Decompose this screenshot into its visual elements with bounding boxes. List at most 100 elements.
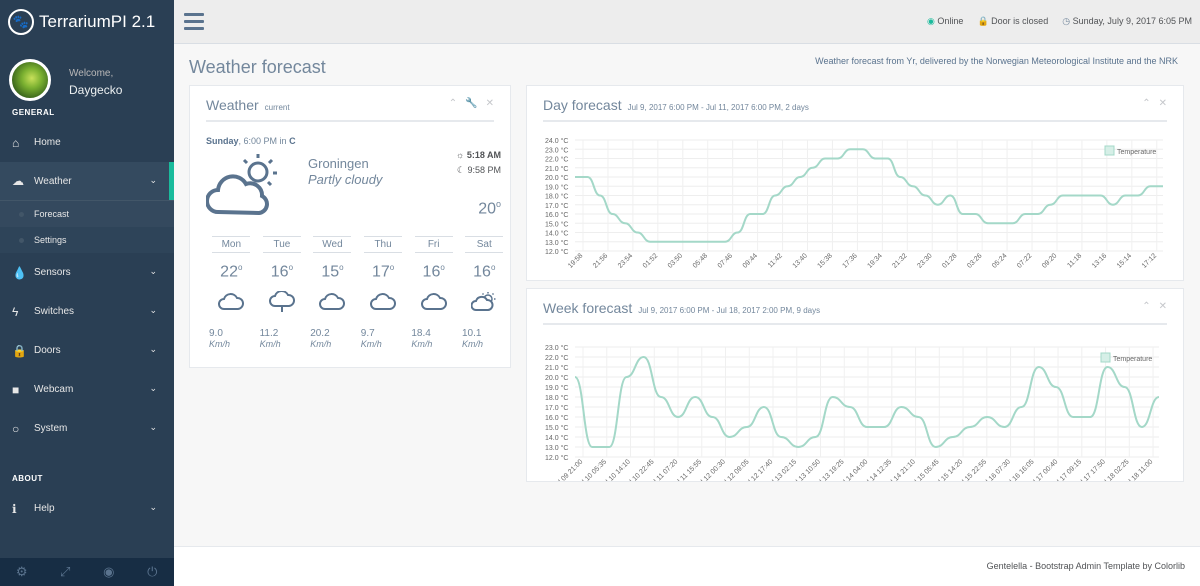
day-forecast-panel: Day forecast Jul 9, 2017 6:00 PM - Jul 11…: [526, 85, 1184, 281]
online-label: Online: [937, 16, 964, 26]
y-tick-label: 20.0 °C: [545, 374, 568, 382]
chevron-down-icon: ⌄: [149, 266, 157, 276]
x-tick-label: 21:32: [891, 252, 908, 269]
sidebar-subitem-settings[interactable]: Settings: [0, 227, 174, 253]
sidebar-item-sensors[interactable]: 💧 Sensors ⌄: [0, 253, 174, 292]
sidebar-item-help[interactable]: ℹ Help ⌄: [0, 489, 174, 528]
day-wind: 10.1: [461, 328, 482, 339]
bolt-icon: ϟ: [12, 304, 19, 319]
y-tick-label: 13.0 °C: [545, 239, 568, 247]
panel-tools: ⌃ 🔧 ✕: [449, 98, 494, 109]
wind-unit: Km/h: [209, 339, 231, 349]
wrench-icon[interactable]: 🔧: [465, 98, 477, 109]
day-name: Thu: [364, 236, 403, 253]
paw-icon: 🐾: [8, 9, 34, 35]
sidebar-subitem-label: Settings: [34, 235, 67, 245]
forecast-day: Mon 22o 9.0 Km/h: [206, 236, 257, 349]
panel-title: Week forecast Jul 9, 2017 6:00 PM - Jul 1…: [543, 300, 820, 316]
day-wind: 20.2: [310, 328, 330, 339]
clock-icon: ◷: [1062, 16, 1071, 26]
footer-text[interactable]: Gentelella - Bootstrap Admin Template by…: [987, 561, 1185, 571]
x-tick-label: 07:22: [1016, 252, 1033, 269]
sidebar-item-doors[interactable]: 🔒 Doors ⌄: [0, 331, 174, 370]
y-tick-label: 15.0 °C: [545, 424, 568, 432]
x-tick-label: 19:34: [866, 252, 883, 269]
sidebar-item-home[interactable]: ⌂ Home: [0, 123, 174, 162]
y-tick-label: 21.0 °C: [545, 364, 568, 372]
brand[interactable]: 🐾 TerrariumPI 2.1: [0, 0, 174, 44]
time-label: , 6:00 PM: [238, 136, 278, 146]
panel-header: Weather current ⌃ 🔧 ✕: [206, 86, 494, 122]
day-forecast-chart: 24.0 °C23.0 °C 22.0 °C21.0 °C20.0 °C19.0 …: [545, 137, 1163, 270]
forecast-day: Tue 16o 11.2 Km/h: [257, 236, 308, 349]
day-wind: 9.7: [360, 328, 375, 339]
day-name: Sat: [465, 236, 504, 253]
panel-title-text: Week forecast: [543, 300, 633, 316]
y-tick-label: 19.0 °C: [545, 183, 568, 191]
y-tick-label: 19.0 °C: [545, 384, 568, 392]
lock-icon: 🔒: [977, 16, 989, 26]
day-name: Wed: [313, 236, 352, 253]
day-temp-value: 17: [371, 263, 390, 281]
x-tick-label: 15:14: [1116, 252, 1133, 269]
sidebar-item-weather[interactable]: ☁ Weather ⌄: [0, 162, 174, 201]
day-label: Sunday: [206, 136, 239, 146]
menu-toggle-icon[interactable]: [184, 13, 204, 30]
x-tick-label: 05:24: [991, 252, 1008, 269]
sidebar-item-webcam[interactable]: ■ Webcam ⌄: [0, 370, 174, 409]
power-icon[interactable]: ⏻: [131, 558, 175, 586]
eye-slash-icon[interactable]: ◉: [87, 558, 131, 586]
panel-title: Weather current: [206, 97, 290, 113]
chevron-down-icon: ⌄: [149, 422, 157, 432]
cloud-icon: [218, 293, 245, 310]
x-tick-label: 19:58: [567, 252, 584, 269]
sidebar-item-label: Help: [34, 503, 55, 514]
door-label: Door is closed: [991, 16, 1049, 26]
sidebar-item-label: System: [34, 423, 68, 434]
sunset: ☾ 9:58 PM: [457, 165, 501, 176]
collapse-icon[interactable]: ⌃: [449, 98, 457, 109]
sidebar-subitem-forecast[interactable]: Forecast: [0, 201, 174, 227]
in-label: in: [277, 136, 290, 146]
forecast-day: Wed 15o 20.2 Km/h: [307, 236, 358, 349]
legend-swatch: [1100, 352, 1111, 363]
x-tick-label: 01:28: [941, 252, 958, 269]
settings-icon[interactable]: ⚙: [0, 558, 44, 586]
weather-panel: Weather current ⌃ 🔧 ✕ Sunday, 6:00 PM in …: [189, 85, 511, 368]
sidebar-item-label: Webcam: [34, 384, 74, 395]
y-tick-label: 16.0 °C: [545, 414, 568, 422]
lightbulb-icon: ○: [12, 421, 20, 436]
week-forecast-chart: 23.0 °C 22.0 °C 21.0 °C 20.0 °C 19.0 °C 18.0 …: [545, 344, 1160, 481]
collapse-icon[interactable]: ⌃: [1142, 98, 1150, 109]
panel-title-text: Day forecast: [543, 97, 622, 113]
fullscreen-icon[interactable]: ⤢: [44, 558, 88, 586]
cloud-icon: [420, 293, 447, 310]
day-wind: 11.2: [259, 328, 279, 339]
current-temp-value: 20: [478, 200, 496, 218]
day-temp: 17o: [371, 263, 395, 281]
wind-unit: Km/h: [259, 339, 281, 349]
close-icon[interactable]: ✕: [486, 98, 494, 109]
x-tick-label: 03:50: [667, 252, 684, 269]
y-tick-label: 17.0 °C: [545, 202, 568, 210]
online-status: ◉ Online: [927, 16, 963, 27]
forecast-day: Fri 16o 18.4 Km/h: [408, 236, 459, 349]
collapse-icon[interactable]: ⌃: [1142, 301, 1150, 312]
x-tick-label: 01:52: [642, 252, 659, 269]
x-tick-label: 09:44: [742, 252, 759, 269]
panel-tools: ⌃ ✕: [1142, 301, 1167, 312]
section-about: ABOUT: [12, 474, 43, 483]
day-temp-value: 16: [270, 263, 289, 281]
day-name: Fri: [414, 236, 453, 253]
x-tick-label: 11:42: [767, 252, 784, 269]
chevron-down-icon: ⌄: [149, 502, 157, 512]
x-tick-label: 09:20: [1041, 252, 1058, 269]
week-forecast-panel: Week forecast Jul 9, 2017 6:00 PM - Jul 1…: [526, 288, 1184, 482]
close-icon[interactable]: ✕: [1159, 301, 1167, 312]
legend-label: Temperature: [1117, 149, 1156, 156]
close-icon[interactable]: ✕: [1159, 98, 1167, 109]
sidebar-item-switches[interactable]: ϟ Switches ⌄: [0, 292, 174, 331]
weather-description: Partly cloudy: [308, 172, 383, 187]
sidebar-item-system[interactable]: ○ System ⌄: [0, 409, 174, 448]
day-temp: 22o: [220, 263, 243, 281]
